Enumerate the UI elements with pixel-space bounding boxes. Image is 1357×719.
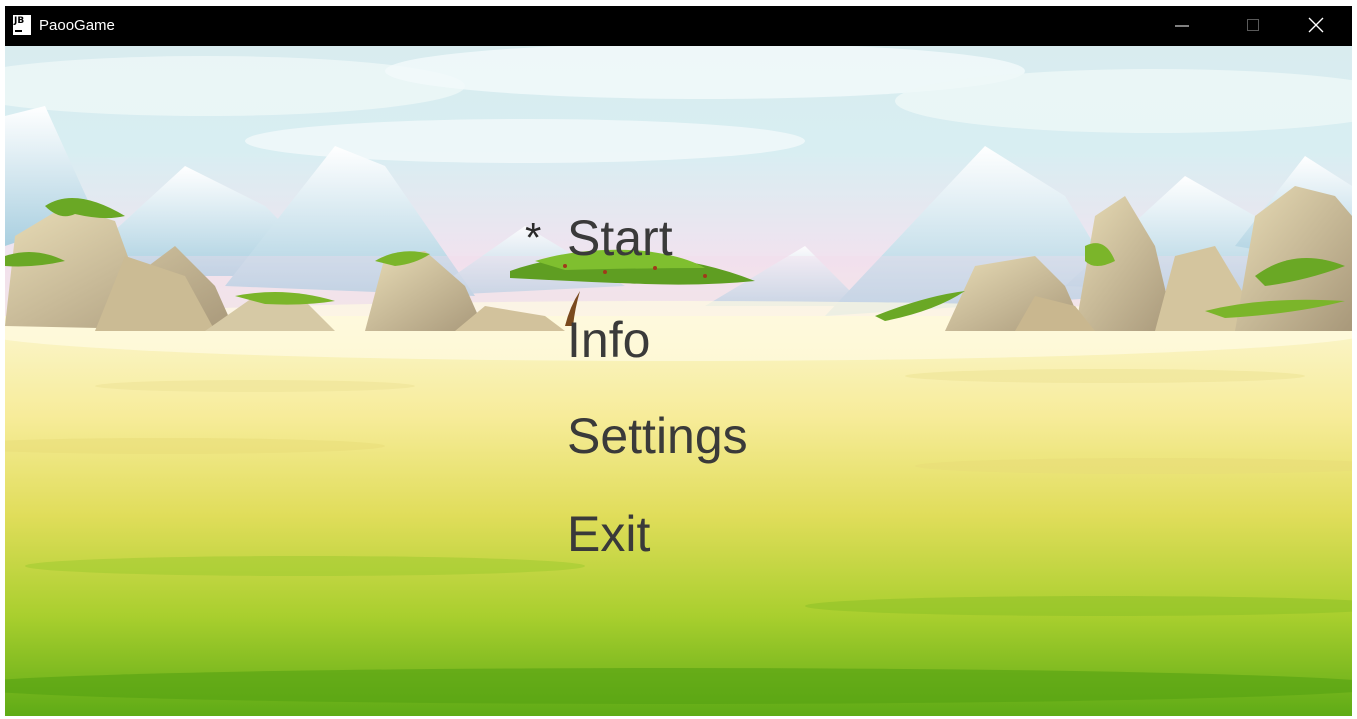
menu-item-settings[interactable]: Settings (567, 408, 748, 464)
maximize-icon (1247, 19, 1259, 31)
maximize-button[interactable] (1227, 6, 1283, 46)
game-scene: * Start Info Settings Exit (5, 46, 1352, 716)
minimize-button[interactable] (1153, 6, 1209, 46)
background-landscape (5, 46, 1352, 716)
close-icon (1308, 17, 1324, 33)
menu-item-start[interactable]: Start (567, 210, 673, 266)
close-button[interactable] (1295, 6, 1351, 46)
menu-selector: * (525, 214, 542, 261)
title-bar[interactable]: JB PaooGame (5, 6, 1352, 46)
minimize-icon (1175, 25, 1189, 27)
app-icon: JB (13, 15, 31, 35)
screen-frame: JB PaooGame * Start Info Settings Exit (0, 0, 1357, 719)
window-title: PaooGame (39, 17, 115, 34)
menu-item-exit[interactable]: Exit (567, 506, 650, 562)
menu-item-info[interactable]: Info (567, 312, 650, 368)
game-window: JB PaooGame * Start Info Settings Exit (5, 6, 1352, 716)
